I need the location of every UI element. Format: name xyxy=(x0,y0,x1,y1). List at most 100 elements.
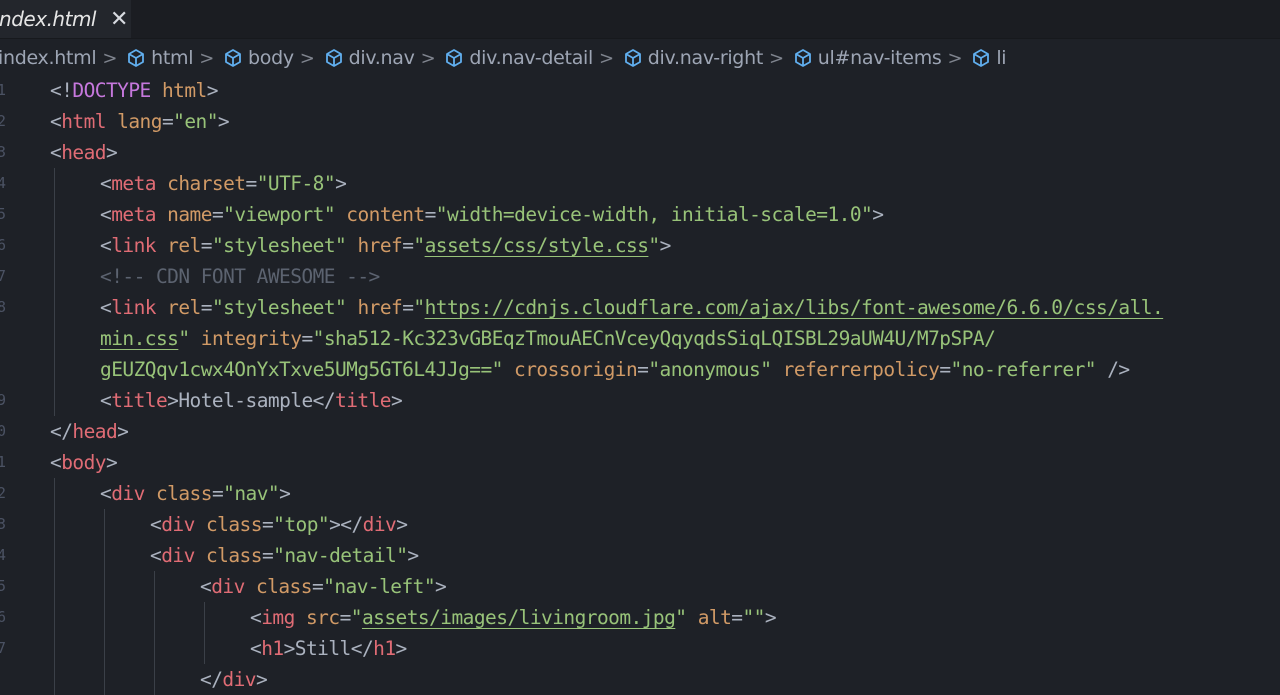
code-token: href xyxy=(357,234,403,257)
code-token: "stylesheet" xyxy=(211,234,347,257)
code-line[interactable]: <meta name="viewport" content="width=dev… xyxy=(100,199,884,230)
code-token: gEUZQqv1cwx4OnYxTxve5UMg5GT6L4JJg==" xyxy=(100,358,503,381)
code-token: link xyxy=(111,296,156,319)
line-number: 0 xyxy=(0,422,7,440)
code-line[interactable]: <html lang="en"> xyxy=(50,106,230,137)
code-token: https://cdnjs.cloudflare.com/ajax/libs/f… xyxy=(424,296,1164,319)
indent-guide xyxy=(154,571,155,695)
code-line[interactable]: </head> xyxy=(50,416,129,447)
code-token: = xyxy=(261,513,274,536)
indent-guide xyxy=(204,602,205,664)
code-token: meta xyxy=(111,172,156,195)
code-line[interactable]: gEUZQqv1cwx4OnYxTxve5UMg5GT6L4JJg==" cro… xyxy=(100,354,1130,385)
line-number: 7 xyxy=(0,639,7,657)
code-token: integrity xyxy=(200,327,302,350)
breadcrumb-separator: > xyxy=(420,47,436,69)
code-line[interactable]: <!DOCTYPE html> xyxy=(50,75,218,106)
code-token: charset xyxy=(167,172,246,195)
code-token: div xyxy=(161,513,195,536)
code-token: < xyxy=(200,575,212,598)
code-token: rel xyxy=(167,234,201,257)
code-line[interactable]: <meta charset="UTF-8"> xyxy=(100,168,347,199)
cube-icon xyxy=(624,49,641,67)
breadcrumb-item[interactable]: div.nav-right xyxy=(623,47,763,69)
code-line[interactable]: <!-- CDN FONT AWESOME --> xyxy=(100,261,380,292)
code-token: < xyxy=(50,110,62,133)
code-line[interactable]: <div class="nav-left"> xyxy=(200,571,447,602)
code-token: = xyxy=(637,358,649,381)
code-line[interactable]: <link rel="stylesheet" href="assets/css/… xyxy=(100,230,671,261)
line-number: 4 xyxy=(0,174,7,192)
line-number: 6 xyxy=(0,236,7,254)
code-line[interactable]: <div class="nav-detail"> xyxy=(150,540,419,571)
breadcrumb-label: div.nav xyxy=(348,47,415,69)
code-token: < xyxy=(100,172,112,195)
code-token: > xyxy=(407,544,419,567)
code-line[interactable]: <head> xyxy=(50,137,118,168)
code-token: div xyxy=(362,513,397,536)
code-token: assets/css/style.css xyxy=(424,234,649,257)
code-token: "anonymous" xyxy=(648,358,772,381)
code-line[interactable]: <div class="nav"> xyxy=(100,478,291,509)
code-token: /> xyxy=(1096,358,1130,381)
code-token: class xyxy=(205,513,263,536)
breadcrumb-item[interactable]: ul#nav-items xyxy=(793,47,942,69)
line-number: 3 xyxy=(0,143,7,161)
code-line[interactable]: <body> xyxy=(50,447,118,478)
line-number: 1 xyxy=(0,81,7,99)
code-line[interactable]: <title>Hotel-sample</title> xyxy=(100,385,403,416)
breadcrumb-item[interactable]: index.html xyxy=(0,47,97,69)
breadcrumb-separator: > xyxy=(102,47,118,69)
code-line[interactable]: <h1>Still</h1> xyxy=(250,633,407,664)
breadcrumb-item[interactable]: div.nav-detail xyxy=(444,47,593,69)
code-token: > xyxy=(659,234,672,257)
close-icon[interactable]: ✕ xyxy=(110,7,128,32)
cube-icon xyxy=(973,49,990,67)
code-token: " xyxy=(350,606,363,629)
code-line[interactable]: <img src="assets/images/livingroom.jpg" … xyxy=(250,602,777,633)
code-token: </ xyxy=(350,637,374,660)
code-token: Still xyxy=(294,637,352,660)
code-token: = xyxy=(339,606,352,629)
code-token: </ xyxy=(200,668,223,691)
code-token: "nav-detail" xyxy=(273,544,408,567)
breadcrumb-item[interactable]: li xyxy=(971,47,1007,69)
line-number: 8 xyxy=(0,298,7,316)
code-token: = xyxy=(211,203,224,226)
code-token: > xyxy=(395,637,408,660)
code-token: = xyxy=(731,606,743,629)
indent-guide xyxy=(54,478,55,695)
breadcrumb-item[interactable]: html xyxy=(126,47,194,69)
code-token: DOCTYPE xyxy=(72,79,151,102)
code-token: assets/images/livingroom.jpg xyxy=(361,606,676,629)
breadcrumb-label: div.nav-right xyxy=(647,47,763,69)
code-token: > xyxy=(872,203,884,226)
code-token: > xyxy=(764,606,777,629)
tab-index-html[interactable]: index.html ✕ xyxy=(0,0,131,38)
code-line[interactable]: </div> xyxy=(200,664,268,695)
tab-bar: index.html ✕ xyxy=(0,0,1280,39)
code-token: name xyxy=(167,203,212,226)
code-token: rel xyxy=(167,296,201,319)
code-line[interactable]: <div class="top"></div> xyxy=(150,509,408,540)
breadcrumb-label: li xyxy=(996,47,1007,69)
breadcrumb-item[interactable]: div.nav xyxy=(324,47,415,69)
code-token: = xyxy=(161,110,174,133)
code-token: div xyxy=(222,668,256,691)
breadcrumb-separator: > xyxy=(599,47,614,69)
code-line[interactable]: <link rel="stylesheet" href="https://cdn… xyxy=(100,292,1164,323)
code-token: > xyxy=(390,389,403,412)
code-token: "nav-left" xyxy=(323,575,436,598)
breadcrumb-item[interactable]: body xyxy=(223,47,294,69)
code-token: < xyxy=(250,606,262,629)
line-number: 7 xyxy=(0,267,7,285)
code-editor[interactable]: 12345678901234567 <!DOCTYPE html> <html l… xyxy=(0,75,1280,695)
code-line[interactable]: min.css" integrity="sha512-Kc323vGBEqzTm… xyxy=(100,323,996,354)
line-number: 5 xyxy=(0,205,7,223)
